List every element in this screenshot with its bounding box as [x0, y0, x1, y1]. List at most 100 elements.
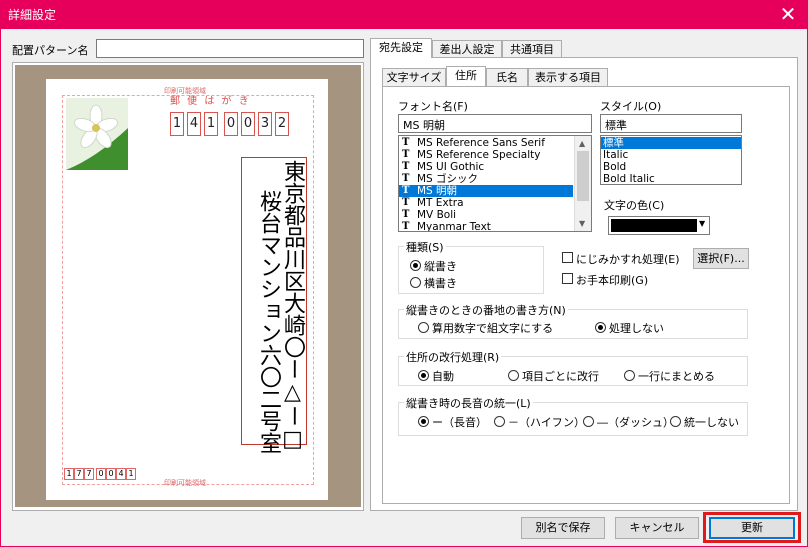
zip-digit: 4: [187, 112, 201, 136]
sender-zip-digit: 4: [116, 468, 126, 480]
stamp-image: [66, 98, 128, 170]
font-list-item[interactable]: T MT Extra: [399, 197, 573, 209]
truetype-icon: T: [402, 209, 410, 220]
tehon-label[interactable]: お手本印刷(G): [576, 272, 648, 288]
tab-address[interactable]: 住所: [446, 66, 486, 86]
update-button[interactable]: 更新: [709, 517, 795, 539]
blur-label[interactable]: にじみかすれ処理(E): [576, 251, 680, 267]
kind-label: 種類(S): [404, 239, 446, 255]
auto-radio[interactable]: [418, 370, 429, 381]
sender-zip-digit: 7: [74, 468, 84, 480]
vertical-label[interactable]: 縦書き: [424, 258, 457, 274]
vertical-radio[interactable]: [410, 260, 421, 271]
font-name-input[interactable]: MS 明朝: [398, 114, 592, 133]
blur-checkbox[interactable]: [562, 252, 573, 263]
truetype-icon: T: [402, 137, 410, 148]
zip-digit: 0: [241, 112, 255, 136]
text-color-label: 文字の色(C): [604, 199, 665, 212]
font-list-item[interactable]: T MS Reference Sans Serif: [399, 137, 573, 149]
font-list-item-label: MS 明朝: [417, 185, 458, 197]
zip-digit: 1: [170, 112, 184, 136]
select-button[interactable]: 選択(F)...: [693, 248, 749, 269]
scroll-down-icon[interactable]: ▼: [579, 219, 585, 228]
text-color-dropdown[interactable]: ▼: [608, 216, 710, 235]
house-number-label: 縦書きのときの番地の書き方(N): [404, 302, 568, 318]
kanji-number-label[interactable]: 算用数字で組文字にする: [432, 320, 553, 336]
font-list-item-label: MS Reference Sans Serif: [417, 137, 545, 149]
choon-label[interactable]: ー（長音）: [432, 414, 487, 430]
tehon-checkbox[interactable]: [562, 273, 573, 284]
flower-icon: [66, 98, 128, 170]
truetype-icon: T: [402, 161, 410, 172]
style-list-item[interactable]: Italic: [601, 149, 741, 161]
truetype-icon: T: [402, 149, 410, 160]
choon-radio[interactable]: [418, 416, 429, 427]
font-list-item[interactable]: T MS 明朝: [399, 185, 573, 197]
font-list-item-label: MS ゴシック: [417, 173, 479, 185]
break-per-item-radio[interactable]: [508, 370, 519, 381]
font-list-item[interactable]: T MV Boli: [399, 209, 573, 221]
long-vowel-label: 縦書き時の長音の統一(L): [404, 395, 533, 411]
auto-label[interactable]: 自動: [432, 368, 454, 384]
style-label: スタイル(O): [600, 100, 662, 113]
sender-zip-digit: 0: [106, 468, 116, 480]
kanji-number-radio[interactable]: [418, 322, 429, 333]
pattern-name-label: 配置パターン名: [12, 44, 89, 57]
zip-digit: 3: [258, 112, 272, 136]
font-list-scrollbar[interactable]: ▲ ▼: [574, 136, 591, 231]
hyphen-label[interactable]: －（ハイフン）: [508, 414, 585, 430]
print-area-bottom-label: 印刷可能領域: [164, 479, 206, 487]
font-list[interactable]: T MS Reference Sans Serif T MS Reference Sp…: [398, 135, 592, 232]
postcard-header: 郵 便 は が き: [170, 96, 251, 107]
horizontal-label[interactable]: 横書き: [424, 275, 457, 291]
tab-name[interactable]: 氏名: [486, 68, 528, 86]
scroll-up-icon[interactable]: ▲: [579, 139, 585, 148]
font-list-item-label: MS UI Gothic: [417, 161, 485, 173]
font-name-label: フォント名(F): [398, 100, 468, 113]
dash-radio[interactable]: [583, 416, 594, 427]
font-list-item[interactable]: T MS UI Gothic: [399, 161, 573, 173]
no-unify-label[interactable]: 統一しない: [684, 414, 739, 430]
style-list[interactable]: 標準 Italic Bold Bold Italic: [600, 135, 742, 185]
font-list-item[interactable]: T Myanmar Text: [399, 221, 573, 232]
style-list-item[interactable]: Bold: [601, 161, 741, 173]
no-unify-radio[interactable]: [670, 416, 681, 427]
horizontal-radio[interactable]: [410, 277, 421, 288]
no-process-radio[interactable]: [595, 322, 606, 333]
single-line-radio[interactable]: [624, 370, 635, 381]
save-as-button[interactable]: 別名で保存: [521, 517, 605, 539]
truetype-icon: T: [402, 197, 410, 208]
font-list-item-label: MT Extra: [417, 197, 464, 209]
font-list-item[interactable]: T MS ゴシック: [399, 173, 573, 185]
hyphen-radio[interactable]: [494, 416, 505, 427]
no-process-label[interactable]: 処理しない: [609, 320, 664, 336]
tab-font-size[interactable]: 文字サイズ: [382, 68, 446, 86]
style-list-item[interactable]: 標準: [601, 137, 741, 149]
cancel-button[interactable]: キャンセル: [615, 517, 699, 539]
break-per-item-label[interactable]: 項目ごとに改行: [522, 368, 599, 384]
style-list-item[interactable]: Bold Italic: [601, 173, 741, 185]
scroll-thumb[interactable]: [577, 151, 589, 201]
truetype-icon: T: [402, 221, 410, 232]
zip-code: 1 4 1 0 0 3 2: [170, 112, 289, 136]
close-icon[interactable]: ✕: [776, 2, 800, 26]
sender-zip-digit: 7: [84, 468, 94, 480]
address-line-2: 桜台マンション六〇二号室: [256, 190, 281, 454]
single-line-label[interactable]: 一行にまとめる: [638, 368, 715, 384]
style-input[interactable]: 標準: [600, 114, 742, 133]
pattern-name-input[interactable]: [96, 39, 364, 58]
tab-common-items[interactable]: 共通項目: [502, 40, 562, 58]
color-swatch: [611, 219, 697, 232]
tab-sender-settings[interactable]: 差出人設定: [432, 40, 502, 58]
zip-digit: 1: [204, 112, 218, 136]
sender-zip: 1 7 7 0 0 4 1: [64, 468, 136, 480]
truetype-icon: T: [402, 185, 410, 196]
truetype-icon: T: [402, 173, 410, 184]
title-bar: [0, 0, 808, 29]
sender-zip-digit: 1: [64, 468, 74, 480]
tab-display-items[interactable]: 表示する項目: [528, 68, 608, 86]
tab-recipient-settings[interactable]: 宛先設定: [370, 38, 432, 58]
dash-label[interactable]: ―（ダッシュ）: [597, 414, 674, 430]
font-list-item[interactable]: T MS Reference Specialty: [399, 149, 573, 161]
font-list-item-label: MV Boli: [417, 209, 457, 221]
